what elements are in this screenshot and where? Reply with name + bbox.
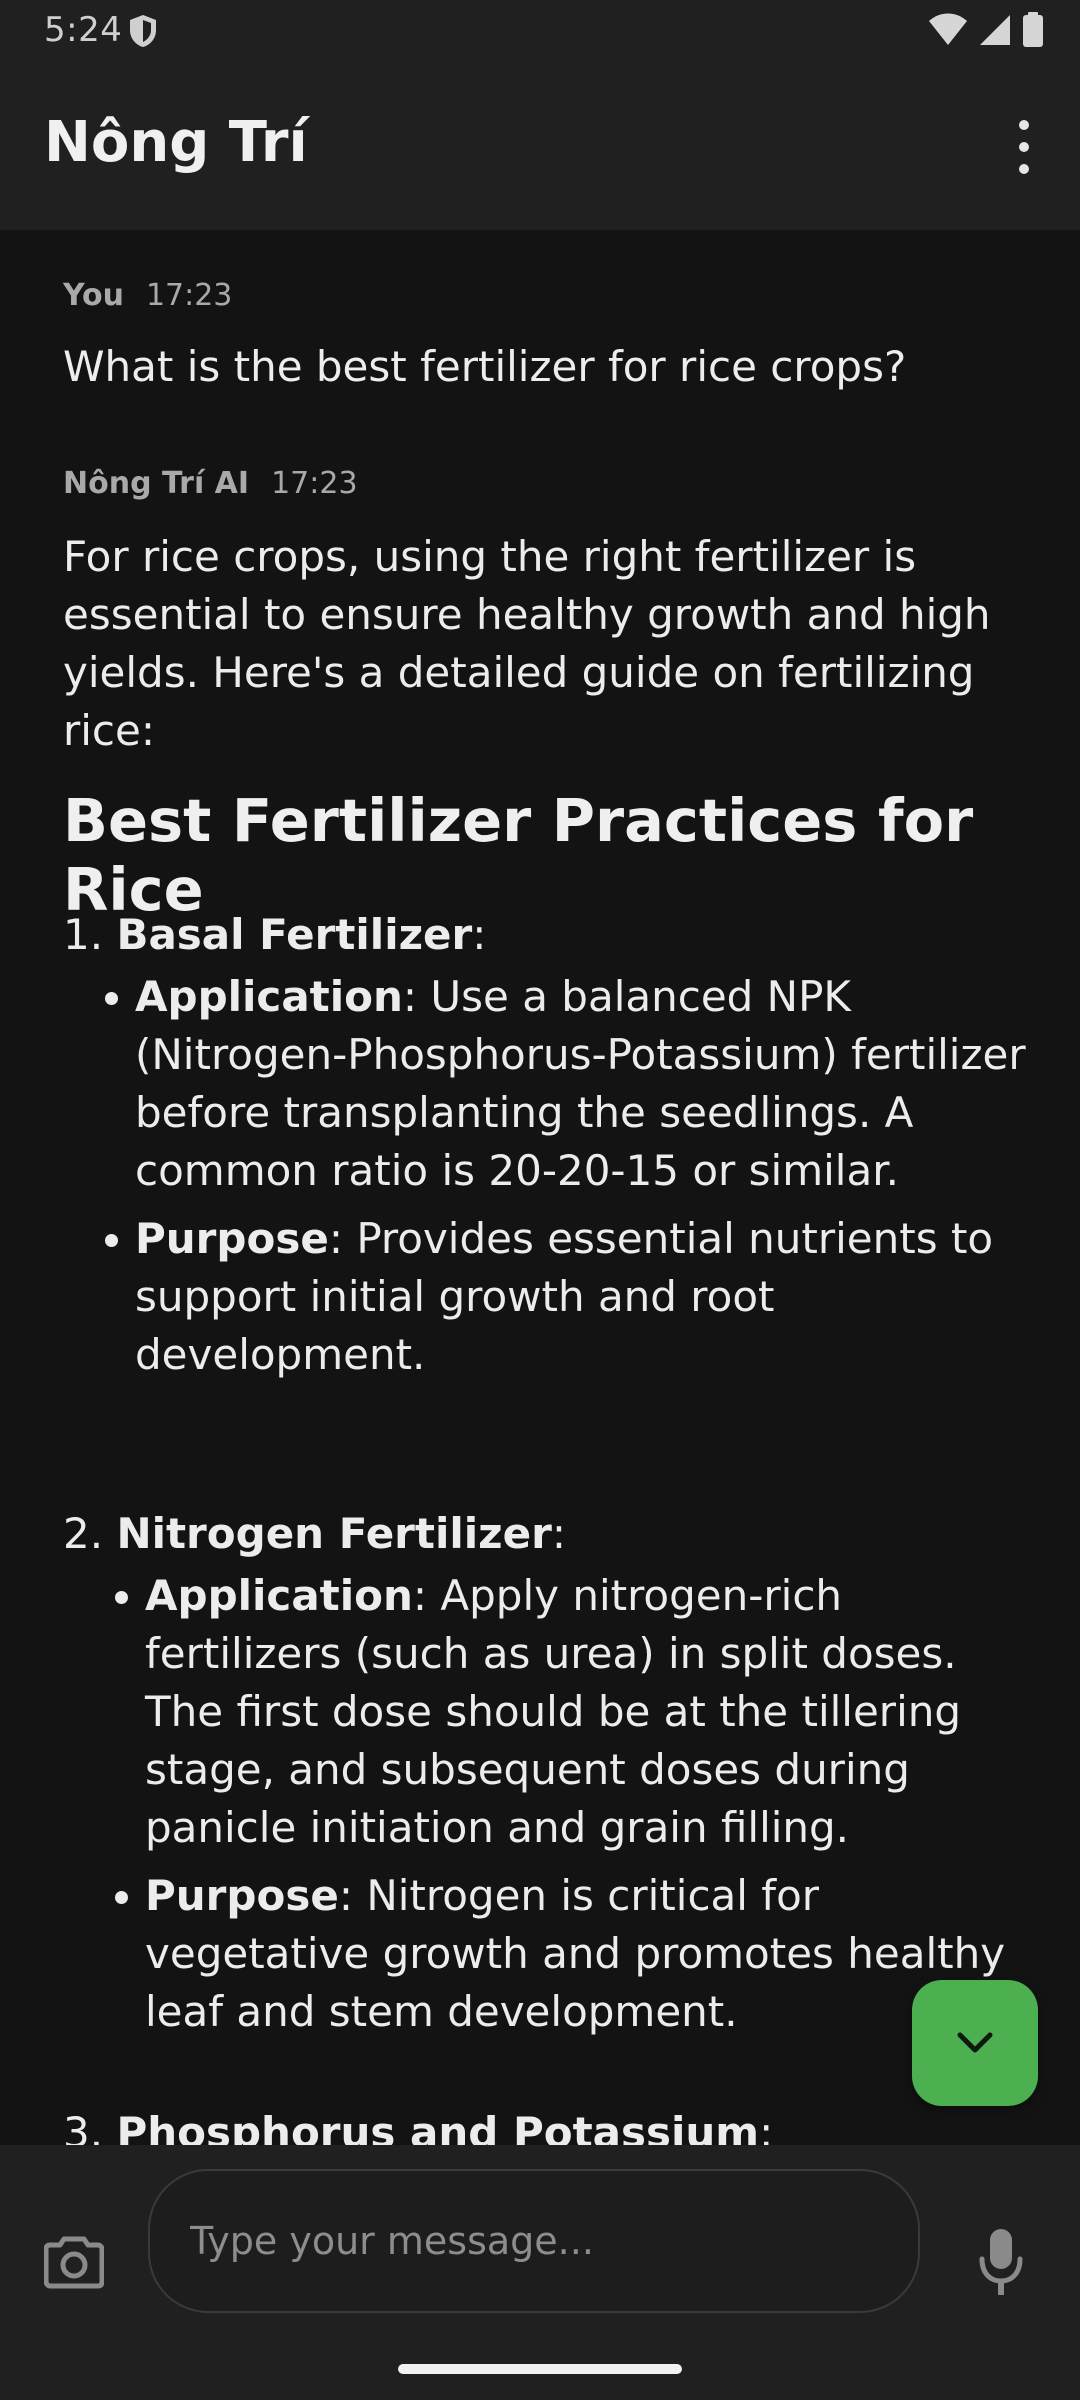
more-options-icon[interactable] xyxy=(1004,112,1044,182)
section-title-text: Phosphorus and Potassium xyxy=(116,2108,760,2145)
scroll-to-bottom-button[interactable] xyxy=(912,1980,1038,2106)
home-indicator[interactable] xyxy=(398,2364,682,2374)
bullet-label: Application xyxy=(145,1571,413,1620)
app-bar: Nông Trí xyxy=(0,60,1080,230)
ai-message-heading: Best Fertilizer Practices for Rice xyxy=(63,786,974,924)
section-title: 3. Phosphorus and Potassium: xyxy=(63,2104,1043,2145)
bullet-label: Application xyxy=(135,972,403,1021)
section-number: 2. xyxy=(63,1509,104,1558)
status-time: 5:24 xyxy=(44,10,123,50)
status-bar: 5:24 xyxy=(0,0,1080,60)
bullet-item: Application: Apply nitrogen-rich fertili… xyxy=(63,1567,1031,1857)
camera-icon[interactable] xyxy=(44,2233,104,2289)
section-title: 2. Nitrogen Fertilizer: xyxy=(63,1509,566,1558)
user-message-sender: You xyxy=(63,278,124,313)
list-item: 3. Phosphorus and Potassium: xyxy=(63,2104,1043,2145)
bullet-dot xyxy=(115,1591,128,1604)
app-title: Nông Trí xyxy=(44,110,308,175)
chat-area[interactable]: You 17:23 What is the best fertilizer for… xyxy=(0,230,1080,2145)
ai-message-meta: Nông Trí AI 17:23 xyxy=(63,466,358,501)
wifi-icon xyxy=(929,13,967,45)
section-number: 3. xyxy=(63,2108,104,2145)
bullet-label: Purpose xyxy=(135,1214,329,1263)
bullet-item: Purpose: Nitrogen is critical for vegeta… xyxy=(63,1867,1031,2041)
bullet-label: Purpose xyxy=(145,1871,339,1920)
bullet-list: Application: Use a balanced NPK (Nitroge… xyxy=(63,968,1043,1384)
list-item: 1. Basal Fertilizer: Application: Use a … xyxy=(63,906,1043,1394)
message-input[interactable] xyxy=(148,2169,920,2313)
bullet-item: Purpose: Provides essential nutrients to… xyxy=(63,1210,1043,1384)
list-item: 2. Nitrogen Fertilizer: Application: App… xyxy=(63,1505,1031,2051)
microphone-icon[interactable] xyxy=(978,2227,1024,2297)
section-number: 1. xyxy=(63,910,104,959)
bullet-dot xyxy=(105,992,118,1005)
bullet-list: Application: Apply nitrogen-rich fertili… xyxy=(63,1567,1031,2041)
battery-icon xyxy=(1023,12,1043,47)
user-message-time: 17:23 xyxy=(145,278,233,313)
chevron-down-icon xyxy=(957,2032,993,2053)
section-title-text: Basal Fertilizer xyxy=(116,910,473,959)
section-title: 1. Basal Fertilizer: xyxy=(63,910,487,959)
message-composer xyxy=(0,2145,1080,2400)
section-title-text: Nitrogen Fertilizer xyxy=(116,1509,552,1558)
ai-message-sender: Nông Trí AI xyxy=(63,466,250,501)
user-message-meta: You 17:23 xyxy=(63,278,232,313)
ai-message-intro: For rice crops, using the right fertiliz… xyxy=(63,532,991,755)
user-message-text: What is the best fertilizer for rice cro… xyxy=(63,342,907,391)
bullet-item: Application: Use a balanced NPK (Nitroge… xyxy=(63,968,1043,1200)
shield-icon xyxy=(130,15,156,47)
ai-message-time: 17:23 xyxy=(271,466,358,501)
bullet-dot xyxy=(115,1891,128,1904)
cellular-signal-icon xyxy=(980,15,1010,45)
bullet-dot xyxy=(105,1234,118,1247)
